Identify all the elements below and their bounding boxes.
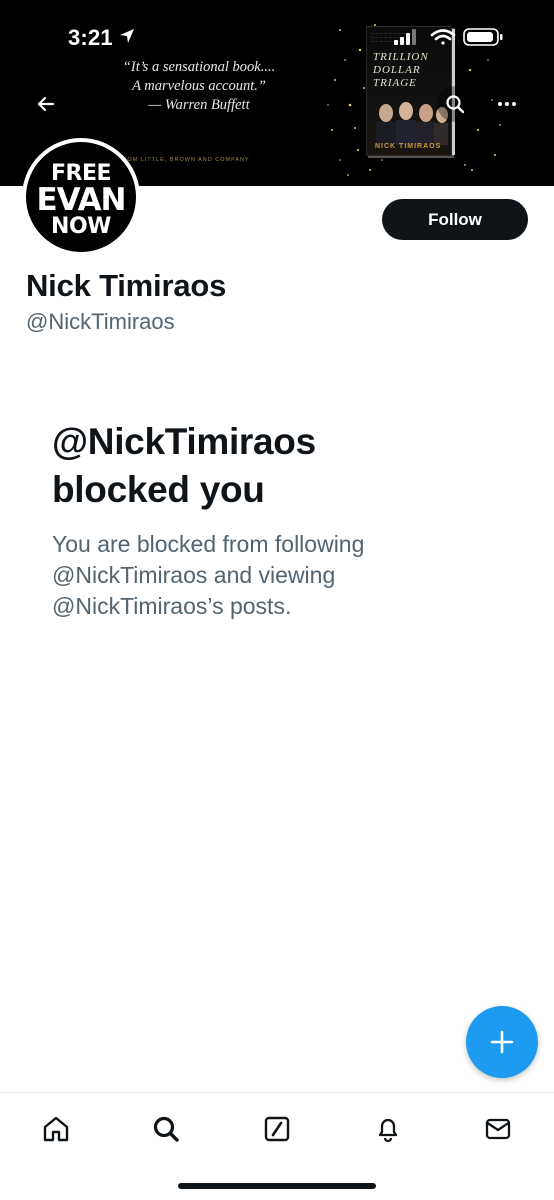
avatar[interactable]: FREE EVAN NOW bbox=[22, 138, 140, 256]
search-icon bbox=[153, 1116, 179, 1142]
messages-icon bbox=[485, 1118, 511, 1140]
profile-handle: @NickTimiraos bbox=[26, 309, 175, 334]
avatar-text-line: EVAN bbox=[36, 181, 127, 218]
book-title: TRILLION DOLLAR TRIAGE bbox=[373, 51, 449, 90]
display-name: Nick Timiraos bbox=[26, 268, 227, 303]
cellular-signal-icon bbox=[394, 29, 416, 45]
blocked-heading-line: @NickTimiraos bbox=[52, 421, 316, 462]
grok-icon bbox=[264, 1116, 290, 1142]
wifi-icon bbox=[430, 29, 456, 45]
book-title-line: TRIAGE bbox=[373, 77, 417, 89]
profile-search-button[interactable] bbox=[437, 86, 473, 122]
avatar-text-line: NOW bbox=[51, 213, 111, 239]
tab-search[interactable] bbox=[146, 1109, 186, 1149]
blocked-heading: @NickTimiraos blocked you bbox=[52, 418, 472, 514]
tab-messages[interactable] bbox=[478, 1109, 518, 1149]
follow-button[interactable]: Follow bbox=[382, 199, 528, 240]
compose-button[interactable] bbox=[466, 1006, 538, 1078]
tab-home[interactable] bbox=[36, 1109, 76, 1149]
blocked-heading-line: blocked you bbox=[52, 469, 265, 510]
quote-line: “It’s a sensational book.... bbox=[122, 59, 276, 75]
publisher-credit: FROM LITTLE, BROWN AND COMPANY bbox=[118, 157, 250, 163]
more-icon bbox=[498, 102, 516, 106]
book-title-line: TRILLION bbox=[373, 51, 429, 63]
blocked-message: You are blocked from following @NickTimi… bbox=[52, 531, 365, 619]
quote-attribution: — Warren Buffett bbox=[148, 97, 250, 113]
quote-line: A marvelous account.” bbox=[132, 78, 266, 94]
book-author: NICK TIMIRAOS bbox=[375, 143, 442, 150]
tab-grok[interactable] bbox=[257, 1109, 297, 1149]
book-title-line: DOLLAR bbox=[373, 64, 421, 76]
back-button[interactable] bbox=[28, 86, 64, 122]
compose-plus-icon bbox=[490, 1030, 514, 1054]
status-indicators bbox=[394, 28, 503, 46]
more-options-button[interactable] bbox=[489, 86, 525, 122]
tab-notifications[interactable] bbox=[368, 1109, 408, 1149]
home-indicator[interactable] bbox=[178, 1183, 376, 1189]
status-time: 3:21 bbox=[68, 25, 113, 50]
notifications-icon bbox=[378, 1118, 398, 1143]
search-icon bbox=[446, 95, 465, 114]
battery-icon bbox=[463, 28, 503, 46]
banner-quote: “It’s a sensational book.... A marvelous… bbox=[84, 58, 314, 115]
home-icon bbox=[43, 1116, 69, 1142]
back-arrow-icon bbox=[37, 96, 55, 112]
location-arrow-icon bbox=[120, 29, 134, 43]
